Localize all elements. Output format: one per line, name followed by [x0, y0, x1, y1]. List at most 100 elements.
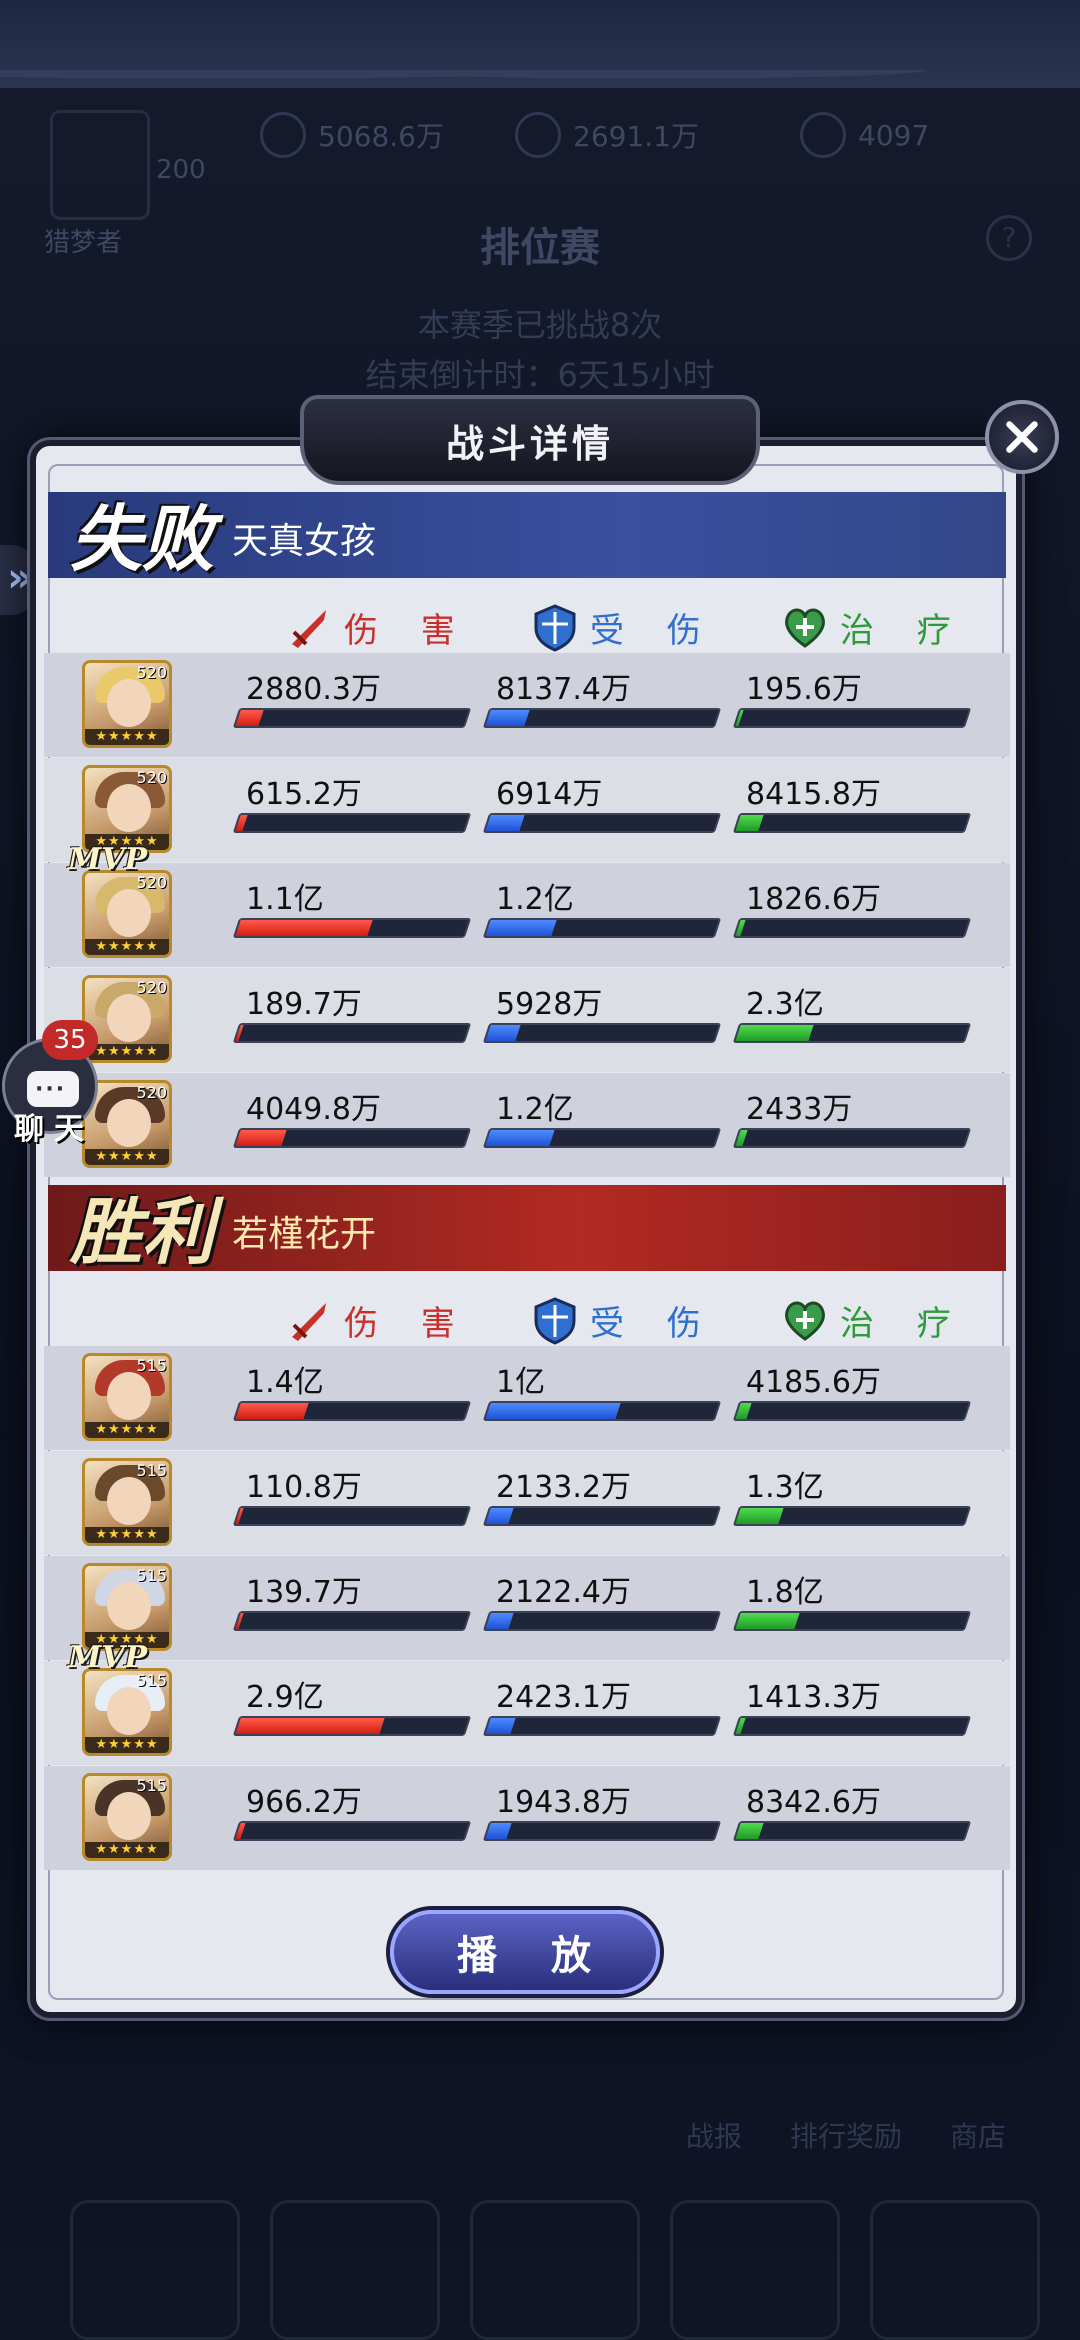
taken-bar [482, 1401, 722, 1421]
player-row: 515 ★★★★★ 966.2万 1943.8万 8342.6万 [44, 1766, 1010, 1870]
hero-portrait[interactable]: 515 ★★★★★ [82, 1353, 172, 1441]
taken-value: 1.2亿 [496, 1092, 574, 1127]
taken-bar [482, 1821, 722, 1841]
shield-icon [534, 604, 576, 652]
nav-tab [870, 2200, 1040, 2340]
hero-level: 520 [136, 978, 167, 997]
taken-stat: 2423.1万 [482, 1672, 722, 1736]
hero-level: 520 [136, 663, 167, 682]
heal-stat: 1.8亿 [732, 1567, 972, 1631]
chat-label: 聊天 [14, 1112, 94, 1147]
heal-bar [732, 1506, 972, 1526]
damage-stat: 2.9亿 [232, 1672, 472, 1736]
hero-portrait[interactable]: 520 ★★★★★ [82, 660, 172, 748]
heal-bar [732, 813, 972, 833]
play-replay-button[interactable]: 播 放 [390, 1910, 660, 1994]
damage-value: 189.7万 [246, 987, 362, 1022]
team-name: 若槿花开 [232, 1214, 377, 1255]
damage-bar [232, 813, 472, 833]
damage-bar-fill [235, 1613, 245, 1629]
player-row: 515 ★★★★★ 1.4亿 1亿 4185.6万 [44, 1346, 1010, 1450]
heal-stat: 8342.6万 [732, 1777, 972, 1841]
damage-stat: 4049.8万 [232, 1084, 472, 1148]
hero-portrait[interactable]: 520 ★★★★★ [82, 975, 172, 1063]
heal-stat: 1826.6万 [732, 874, 972, 938]
taken-bar-fill [485, 1613, 514, 1629]
taken-bar-fill [485, 710, 530, 726]
heal-value: 8342.6万 [746, 1785, 881, 1820]
player-row: 515 ★★★★★ MVP 2.9亿 2423.1万 1413.3万 [44, 1640, 1010, 1765]
star-rating: ★★★★★ [85, 1527, 169, 1543]
damage-bar-fill [235, 920, 373, 936]
damage-value: 2.9亿 [246, 1680, 324, 1715]
mvp-badge: MVP [68, 842, 148, 877]
damage-bar-fill [235, 1025, 245, 1041]
heal-bar-fill [735, 1130, 748, 1146]
taken-value: 5928万 [496, 987, 603, 1022]
hero-portrait[interactable]: 520 ★★★★★ [82, 765, 172, 853]
taken-bar-fill [485, 1508, 514, 1524]
heal-bar-fill [735, 1403, 752, 1419]
heal-column: 治 疗 [780, 602, 967, 652]
heal-stat: 4185.6万 [732, 1357, 972, 1421]
damage-stat: 1.1亿 [232, 874, 472, 938]
team-banner: 失败 天真女孩 [48, 492, 1006, 581]
mode-title: 排位赛 [480, 225, 600, 271]
damage-bar-fill [235, 1130, 287, 1146]
damage-bar-fill [235, 1508, 245, 1524]
heal-value: 1.3亿 [746, 1470, 824, 1505]
star-rating: ★★★★★ [85, 1044, 169, 1060]
damage-bar [232, 1611, 472, 1631]
damage-stat: 1.4亿 [232, 1357, 472, 1421]
heal-stat: 2.3亿 [732, 979, 972, 1043]
heal-bar [732, 918, 972, 938]
close-button[interactable] [985, 400, 1059, 474]
player-row: 520 ★★★★★ MVP 1.1亿 1.2亿 1826.6万 [44, 842, 1010, 967]
hero-portrait[interactable]: 515 ★★★★★ [82, 1563, 172, 1651]
damage-bar [232, 1128, 472, 1148]
heal-stat: 1.3亿 [732, 1462, 972, 1526]
star-rating: ★★★★★ [85, 729, 169, 745]
damage-value: 1.4亿 [246, 1365, 324, 1400]
hero-portrait[interactable]: 515 ★★★★★ [82, 1773, 172, 1861]
heal-bar [732, 1128, 972, 1148]
sword-icon [292, 1303, 326, 1341]
damage-stat: 189.7万 [232, 979, 472, 1043]
player-list: 520 ★★★★★ 2880.3万 8137.4万 195.6万 520 ★★★★★ 615.… [44, 653, 1010, 1177]
resource-power: 5068.6万 [260, 110, 444, 160]
nav-tab [470, 2200, 640, 2340]
damage-stat: 615.2万 [232, 769, 472, 833]
result-win: 胜利 [70, 1189, 215, 1274]
player-row: 515 ★★★★★ 110.8万 2133.2万 1.3亿 [44, 1451, 1010, 1555]
taken-value: 2423.1万 [496, 1680, 631, 1715]
nav-tab [70, 2200, 240, 2340]
taken-bar [482, 1023, 722, 1043]
star-rating: ★★★★★ [85, 1842, 169, 1858]
hero-level: 515 [136, 1356, 167, 1375]
damage-stat: 966.2万 [232, 1777, 472, 1841]
damage-value: 110.8万 [246, 1470, 362, 1505]
damage-column: 伤 害 [284, 1295, 471, 1345]
heal-value: 1826.6万 [746, 882, 881, 917]
team-section-lose: 失败 天真女孩 伤 害 受 伤 治 疗 520 ★★★★★ 2880.3万 8137.… [44, 492, 1010, 1195]
star-rating: ★★★★★ [85, 1149, 169, 1165]
taken-stat: 5928万 [482, 979, 722, 1043]
damage-bar-fill [235, 1718, 385, 1734]
rank-rewards-label: 排行奖励 [790, 2120, 903, 2153]
taken-bar [482, 708, 722, 728]
taken-value: 2133.2万 [496, 1470, 631, 1505]
heal-value: 2.3亿 [746, 987, 824, 1022]
taken-stat: 8137.4万 [482, 664, 722, 728]
hero-portrait[interactable]: 515 ★★★★★ [82, 1458, 172, 1546]
dialog-title: 战斗详情 [300, 395, 760, 485]
damage-value: 966.2万 [246, 1785, 362, 1820]
heal-stat: 195.6万 [732, 664, 972, 728]
player-row: 520 ★★★★★ 4049.8万 1.2亿 2433万 [44, 1073, 1010, 1177]
taken-stat: 2133.2万 [482, 1462, 722, 1526]
hero-portrait[interactable]: 520 ★★★★★ [82, 870, 172, 958]
heal-value: 4185.6万 [746, 1365, 881, 1400]
battle-report-label: 战报 [686, 2120, 743, 2153]
taken-stat: 6914万 [482, 769, 722, 833]
taken-bar-fill [485, 815, 525, 831]
hero-portrait[interactable]: 515 ★★★★★ [82, 1668, 172, 1756]
